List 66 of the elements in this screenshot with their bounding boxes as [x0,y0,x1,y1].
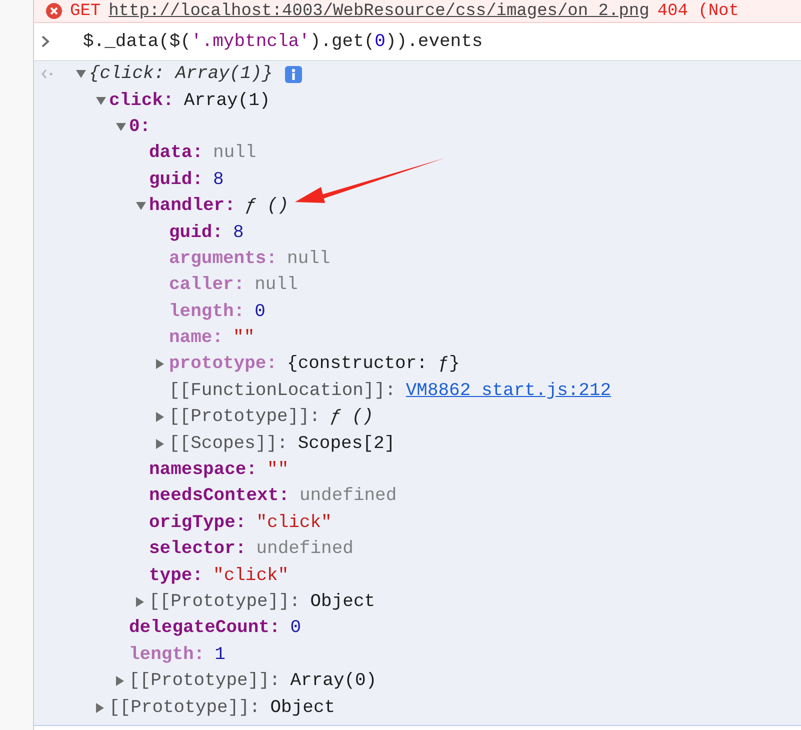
property-value: undefined [256,539,354,560]
property-key: length: [169,302,245,322]
property-key: guid: [169,222,224,243]
request-method: GET [70,2,101,20]
property-value: 0 [254,302,266,322]
property-value: 0 [290,618,302,638]
property-value: 8 [233,222,244,243]
property-key: click: [109,90,174,111]
request-url-link[interactable]: http://localhost:4003/WebResource/css/images/on_2.png [108,2,650,20]
expand-triangle-icon[interactable] [156,359,164,370]
property-value: {constructor: ƒ} [287,354,460,374]
property-value: Scopes[2] [298,434,396,454]
property-value: ƒ () [330,407,374,428]
property-value: 8 [213,170,224,190]
property-value: null [287,248,330,269]
property-key: data: [149,143,204,164]
property-key: type: [149,566,204,586]
property-value: "" [233,328,255,348]
property-key: prototype: [169,354,278,374]
collapse-triangle-icon[interactable] [116,122,126,131]
property-key: handler: [149,196,236,216]
property-key: arguments: [169,248,278,269]
collapse-triangle-icon[interactable] [136,202,146,210]
property-value: undefined [299,486,397,506]
expand-triangle-icon[interactable] [116,676,124,686]
property-value: Array(1) [184,90,270,111]
property-key: 0: [129,116,151,137]
property-value: Array(0) [290,671,377,692]
property-value: Object [310,592,376,612]
property-value: ƒ () [245,196,289,216]
property-key: origType: [149,512,246,533]
property-key: [[Prototype]]: [149,592,300,612]
expand-triangle-icon[interactable] [96,702,104,713]
property-key: [[Scopes]]: [169,434,288,454]
return-value-icon [41,69,55,79]
property-value: 1 [214,644,226,665]
property-key: [[Prototype]]: [109,698,260,718]
console-command: $._data($('.mybtncla').get(0)).events [83,32,483,52]
property-key: namespace: [149,460,258,480]
collapse-triangle-icon[interactable] [76,70,86,78]
property-value: null [254,275,298,296]
prompt-chevron-icon [41,35,50,48]
property-key: [[FunctionLocation]]: [169,380,396,401]
property-key: caller: [169,275,245,296]
property-key: [[Prototype]]: [129,671,280,692]
property-value: "click" [213,566,289,586]
property-key: delegateCount: [129,618,280,638]
expand-triangle-icon[interactable] [156,438,164,449]
object-preview[interactable]: {click: Array(1)} [89,64,273,84]
property-key: name: [169,328,224,348]
error-icon [46,3,62,19]
expand-triangle-icon[interactable] [156,412,164,422]
property-key: length: [129,644,205,665]
request-status: 404 (Not [657,2,739,20]
info-icon[interactable] [284,66,302,83]
property-key: needsContext: [149,486,290,506]
property-key: [[Prototype]]: [169,407,320,428]
expand-triangle-icon[interactable] [136,597,144,607]
property-key: guid: [149,170,204,190]
property-value: "" [267,460,289,480]
source-link[interactable]: VM8862 start.js:212 [406,380,612,401]
property-value: "click" [256,512,332,533]
property-value: Object [270,698,336,718]
collapse-triangle-icon[interactable] [96,96,106,105]
property-key: selector: [149,539,246,560]
property-value: null [213,143,256,164]
